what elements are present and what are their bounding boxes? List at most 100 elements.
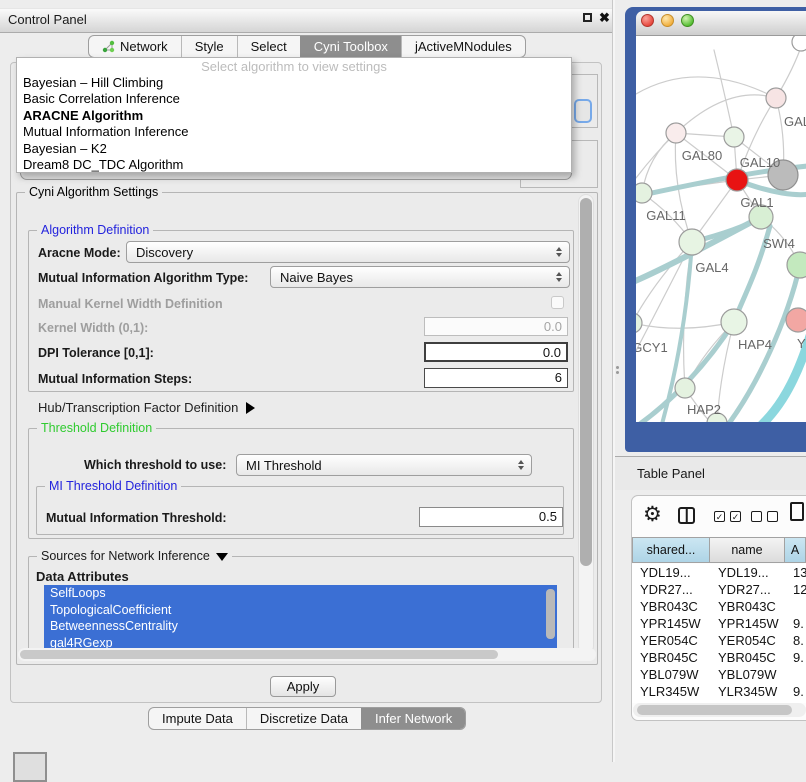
algorithm-option-basic-correlation-inference[interactable]: Basic Correlation Inference: [17, 91, 571, 107]
dpi-tolerance-field[interactable]: 0.0: [424, 342, 568, 362]
sources-group-title[interactable]: Sources for Network Inference: [37, 549, 232, 563]
node-green-right[interactable]: [787, 252, 806, 278]
window-close-icon[interactable]: [641, 14, 654, 27]
table-row[interactable]: YBL079WYBL079W: [632, 666, 806, 683]
node-gal1[interactable]: [726, 169, 748, 191]
node-gal80[interactable]: [666, 123, 686, 143]
attribute-item-topologicalcoefficient[interactable]: TopologicalCoefficient: [44, 602, 557, 619]
tab-jactivemnodules[interactable]: jActiveMNodules: [401, 36, 525, 57]
algorithm-option-mutual-information-inference[interactable]: Mutual Information Inference: [17, 124, 571, 140]
node-hap4[interactable]: [721, 309, 747, 335]
unchecked-checkbox-icon[interactable]: [751, 511, 762, 522]
spinner-arrows-icon: [518, 460, 524, 470]
hub-transcription-factor-section[interactable]: Hub/Transcription Factor Definition: [38, 400, 255, 415]
table-horizontal-scrollbar-thumb[interactable]: [637, 705, 792, 715]
node-label-gal: GAL: [784, 114, 806, 129]
node-gcy1[interactable]: [636, 313, 642, 333]
table-row[interactable]: YPR145WYPR145W9.: [632, 615, 806, 632]
tab-infer-network[interactable]: Infer Network: [361, 708, 465, 729]
table-cell: YDR27...: [632, 581, 710, 598]
tab-impute-data[interactable]: Impute Data: [149, 708, 246, 729]
apply-button[interactable]: Apply: [270, 676, 336, 697]
column-header-a[interactable]: A: [785, 537, 806, 563]
table-row[interactable]: YDL19...YDL19...13: [632, 564, 806, 581]
node-pink-right[interactable]: [786, 308, 806, 332]
node-label-gal1: GAL1: [740, 195, 773, 210]
checked-checkbox-icon[interactable]: ✓: [730, 511, 741, 522]
table-cell: 12: [785, 581, 806, 598]
node-label-gal80: GAL80: [682, 148, 722, 163]
algorithm-popup-prompt: Select algorithm to view settings: [17, 58, 571, 75]
attribute-item-betweennesscentrality[interactable]: BetweennessCentrality: [44, 618, 557, 635]
window-zoom-icon[interactable]: [681, 14, 694, 27]
table-row[interactable]: YER054CYER054C8.: [632, 632, 806, 649]
table-cell: YBL079W: [632, 666, 710, 683]
export-table-icon[interactable]: [790, 502, 804, 521]
table-cell: YPR145W: [710, 615, 785, 632]
mi-threshold-field[interactable]: 0.5: [419, 507, 563, 527]
kernel-width-field: 0.0: [424, 317, 568, 336]
tab-discretize-data[interactable]: Discretize Data: [246, 708, 361, 729]
gear-icon[interactable]: ⚙: [643, 504, 662, 525]
node-gal11[interactable]: [636, 183, 652, 203]
table-row[interactable]: YDR27...YDR27...12: [632, 581, 806, 598]
table-row[interactable]: YBR045CYBR045C9.: [632, 649, 806, 666]
close-panel-icon[interactable]: ✖: [599, 10, 610, 26]
node-top[interactable]: [792, 36, 806, 51]
which-threshold-value: MI Threshold: [246, 458, 322, 473]
columns-icon[interactable]: [678, 507, 695, 524]
settings-vertical-scrollbar-thumb[interactable]: [580, 198, 592, 566]
table-cell: 8.: [785, 632, 806, 649]
data-attributes-list[interactable]: SelfLoopsTopologicalCoefficientBetweenne…: [44, 585, 557, 651]
which-threshold-label: Which threshold to use:: [84, 458, 226, 472]
node-hap2[interactable]: [675, 378, 695, 398]
algorithm-option-dream8-dc-tdc-algorithm[interactable]: Dream8 DC_TDC Algorithm: [17, 157, 571, 173]
float-window-icon[interactable]: [583, 13, 592, 22]
tab-style[interactable]: Style: [181, 36, 237, 57]
tab-network[interactable]: Network: [89, 36, 181, 57]
algorithm-definition-title: Algorithm Definition: [37, 223, 153, 237]
node-label-gal4: GAL4: [695, 260, 728, 275]
table-row[interactable]: YBR043CYBR043C: [632, 598, 806, 615]
node-gal4[interactable]: [679, 229, 705, 255]
mi-steps-field[interactable]: 6: [424, 368, 568, 388]
expand-arrow-icon[interactable]: [246, 402, 255, 414]
manual-kernel-width-label: Manual Kernel Width Definition: [38, 297, 223, 311]
node-gal10[interactable]: [724, 127, 744, 147]
table-cell: [785, 598, 806, 615]
checked-checkbox-icon[interactable]: ✓: [714, 511, 725, 522]
node-label-swi4: SWI4: [763, 236, 795, 251]
node-label-y: Y: [797, 336, 806, 351]
attribute-item-selfloops[interactable]: SelfLoops: [44, 585, 557, 602]
table-cell: YBR045C: [710, 649, 785, 666]
tab-select[interactable]: Select: [237, 36, 300, 57]
column-header-name[interactable]: name: [710, 537, 785, 563]
table-cell: 9.: [785, 615, 806, 632]
minimized-panel-icon[interactable]: [13, 752, 47, 782]
algorithm-option-aracne-algorithm[interactable]: ARACNE Algorithm: [17, 108, 571, 124]
table-cell: YPR145W: [632, 615, 710, 632]
algorithm-option-bayesian-hill-climbing[interactable]: Bayesian – Hill Climbing: [17, 75, 571, 91]
window-minimize-icon[interactable]: [661, 14, 674, 27]
divider-grip-icon[interactable]: [616, 366, 619, 369]
aracne-mode-select[interactable]: Discovery: [126, 241, 570, 263]
node-pink-top[interactable]: [766, 88, 786, 108]
table-row[interactable]: YLR345WYLR345W9.: [632, 683, 806, 700]
table-cell: YLR345W: [710, 683, 785, 700]
tab-label: jActiveMNodules: [415, 39, 512, 54]
tab-cyni-toolbox[interactable]: Cyni Toolbox: [300, 36, 401, 57]
settings-horizontal-scrollbar-thumb[interactable]: [20, 650, 498, 659]
algorithm-option-bayesian-k2[interactable]: Bayesian – K2: [17, 141, 571, 157]
network-view-canvas[interactable]: GALGAL80GAL10GAL1GAL11SWI4GAL4GCY1HAP4YH…: [636, 36, 806, 422]
collapse-arrow-icon[interactable]: [216, 553, 228, 561]
panel-divider-highlight: [613, 0, 615, 762]
column-header-shared[interactable]: shared...: [632, 537, 710, 563]
which-threshold-select[interactable]: MI Threshold: [236, 454, 532, 476]
table-cell: YDR27...: [710, 581, 785, 598]
table-panel-title: Table Panel: [637, 466, 705, 481]
attributes-scrollbar-thumb[interactable]: [546, 589, 555, 639]
mi-algorithm-type-label: Mutual Information Algorithm Type:: [38, 271, 248, 285]
unchecked-checkbox-icon[interactable]: [767, 511, 778, 522]
mi-algorithm-type-select[interactable]: Naive Bayes: [270, 266, 570, 288]
table-cell: YBR043C: [710, 598, 785, 615]
